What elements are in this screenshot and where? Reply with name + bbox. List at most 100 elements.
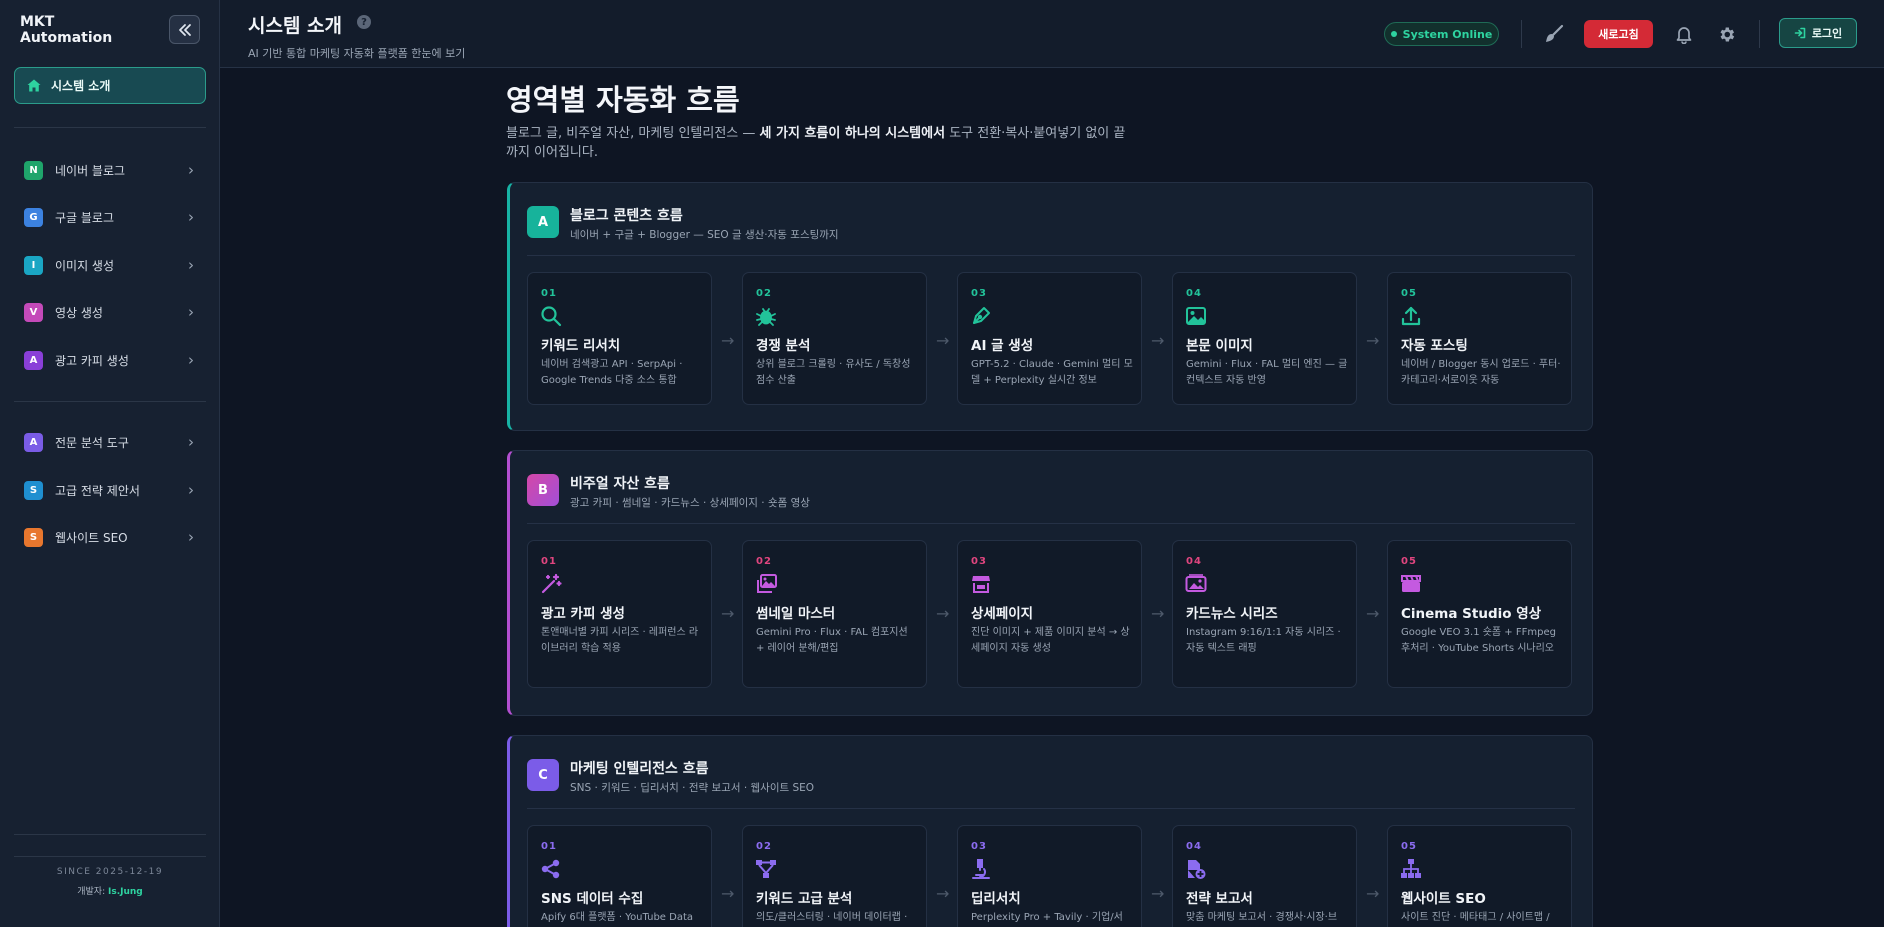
arrow-right-icon: → bbox=[936, 331, 950, 350]
step-description: 진단 이미지 + 제품 이미지 분석 → 상세페이지 자동 생성 bbox=[971, 627, 1130, 654]
magic-wand-icon bbox=[541, 573, 562, 594]
file-plus-icon bbox=[1188, 860, 1206, 879]
step-card[interactable]: 04 카드뉴스 시리즈 Instagram 9:16/1:1 자동 시리즈 · … bbox=[1172, 540, 1357, 688]
step-title: 상세페이지 bbox=[971, 606, 1034, 622]
step-number: 05 bbox=[1401, 841, 1417, 852]
arrow-right-icon: → bbox=[1151, 604, 1165, 623]
step-card[interactable]: 03 AI 글 생성 GPT-5.2 · Claude · Gemini 멀티 … bbox=[957, 272, 1142, 405]
step-card[interactable]: 04 전략 보고서 맞춤 마케팅 보고서 · 경쟁사·시장·브 bbox=[1172, 825, 1357, 927]
step-number: 01 bbox=[541, 288, 557, 299]
top-header: 시스템 소개 ? AI 기반 통합 마케팅 자동화 플랫폼 한눈에 보기 Sys… bbox=[220, 0, 1884, 68]
sidebar-item-label: 고급 전략 제안서 bbox=[55, 483, 140, 498]
page-subtitle: AI 기반 통합 마케팅 자동화 플랫폼 한눈에 보기 bbox=[248, 47, 466, 60]
since-date: SINCE 2025-12-19 bbox=[56, 867, 164, 877]
diagram-icon bbox=[756, 860, 776, 878]
refresh-button[interactable]: 새로고침 bbox=[1584, 20, 1653, 48]
nav-badge: N bbox=[24, 160, 43, 180]
sidebar-item-label: 시스템 소개 bbox=[51, 79, 111, 93]
brand-line2: Automation bbox=[20, 30, 113, 46]
step-number: 03 bbox=[971, 288, 987, 299]
step-description: 톤앤매너별 카피 시리즈 · 레퍼런스 라이브러리 학습 적용 bbox=[541, 627, 699, 654]
arrow-right-icon: → bbox=[1151, 884, 1165, 903]
status-badge: System Online bbox=[1384, 22, 1499, 46]
step-card[interactable]: 05 웹사이트 SEO 사이트 진단 · 메타태그 / 사이트맵 / bbox=[1387, 825, 1572, 927]
step-card[interactable]: 01 키워드 리서치 네이버 검색광고 API · SerpApi · Goog… bbox=[527, 272, 712, 405]
step-card[interactable]: 03 딥리서치 Perplexity Pro + Tavily · 기업/서 bbox=[957, 825, 1142, 927]
step-number: 02 bbox=[756, 841, 772, 852]
settings-button[interactable] bbox=[1714, 22, 1738, 46]
header-divider bbox=[1521, 20, 1522, 48]
chevron-right-icon: › bbox=[188, 255, 194, 274]
notifications-button[interactable] bbox=[1672, 22, 1696, 46]
step-card[interactable]: 05 자동 포스팅 네이버 / Blogger 동시 업로드 · 푸터·카테고리… bbox=[1387, 272, 1572, 405]
sidebar-item-label: 영상 생성 bbox=[55, 305, 103, 320]
step-number: 04 bbox=[1186, 556, 1202, 567]
flow-title: 비주얼 자산 흐름 bbox=[570, 476, 670, 492]
step-title: SNS 데이터 수집 bbox=[541, 891, 644, 907]
arrow-right-icon: → bbox=[1151, 331, 1165, 350]
sidebar-divider bbox=[14, 856, 206, 857]
section-title: 영역별 자동화 흐름 bbox=[506, 83, 740, 117]
collapse-sidebar-button[interactable] bbox=[169, 15, 200, 44]
sidebar-item-google-blog[interactable]: G 구글 블로그 › bbox=[24, 206, 194, 228]
step-card[interactable]: 01 SNS 데이터 수집 Apify 6대 플랫폼 · YouTube Dat… bbox=[527, 825, 712, 927]
step-card[interactable]: 01 광고 카피 생성 톤앤매너별 카피 시리즈 · 레퍼런스 라이브러리 학습… bbox=[527, 540, 712, 688]
step-number: 04 bbox=[1186, 288, 1202, 299]
sidebar-item-naver-blog[interactable]: N 네이버 블로그 › bbox=[24, 159, 194, 181]
photo-album-icon bbox=[1185, 574, 1207, 592]
sidebar-item-image-gen[interactable]: I 이미지 생성 › bbox=[24, 254, 194, 276]
step-card[interactable]: 04 본문 이미지 Gemini · Flux · FAL 멀티 엔진 — 글 … bbox=[1172, 272, 1357, 405]
step-card[interactable]: 02 경쟁 분석 상위 블로그 크롤링 · 유사도 / 독창성 점수 산출 bbox=[742, 272, 927, 405]
arrow-right-icon: → bbox=[1366, 331, 1380, 350]
step-card[interactable]: 02 키워드 고급 분석 의도/클러스터링 · 네이버 데이터랩 · bbox=[742, 825, 927, 927]
sidebar-item-website-seo[interactable]: S 웹사이트 SEO › bbox=[24, 526, 194, 548]
brand-logo[interactable]: MKT Automation bbox=[20, 14, 113, 46]
step-title: 전략 보고서 bbox=[1186, 891, 1253, 907]
sidebar-item-home[interactable]: 시스템 소개 bbox=[14, 67, 206, 104]
step-description: 사이트 진단 · 메타태그 / 사이트맵 / bbox=[1401, 912, 1550, 923]
sidebar-item-ad-copy[interactable]: A 광고 카피 생성 › bbox=[24, 349, 194, 371]
step-card[interactable]: 02 썸네일 마스터 Gemini Pro · Flux · FAL 컴포지션 … bbox=[742, 540, 927, 688]
step-card[interactable]: 03 상세페이지 진단 이미지 + 제품 이미지 분석 → 상세페이지 자동 생… bbox=[957, 540, 1142, 688]
nav-badge: S bbox=[24, 480, 43, 500]
search-icon bbox=[541, 306, 562, 327]
developer-name: Is.Jung bbox=[108, 887, 143, 897]
flow-divider bbox=[527, 255, 1575, 256]
sidebar-item-analysis-tools[interactable]: A 전문 분석 도구 › bbox=[24, 431, 194, 453]
bug-icon bbox=[756, 308, 776, 326]
images-icon bbox=[757, 574, 777, 593]
flow-divider bbox=[527, 523, 1575, 524]
chevron-right-icon: › bbox=[188, 432, 194, 451]
login-icon bbox=[1794, 27, 1806, 39]
step-number: 02 bbox=[756, 288, 772, 299]
step-description: Apify 6대 플랫폼 · YouTube Data bbox=[541, 912, 694, 923]
section-description: 블로그 글, 비주얼 자산, 마케팅 인텔리전스 — 세 가지 흐름이 하나의 … bbox=[506, 124, 1126, 162]
status-text: System Online bbox=[1402, 27, 1493, 41]
flow-marketing-intelligence: C 마케팅 인텔리전스 흐름 SNS · 키워드 · 딥리서치 · 전략 보고서… bbox=[507, 735, 1593, 927]
sidebar-item-label: 광고 카피 생성 bbox=[55, 353, 129, 368]
step-description: Instagram 9:16/1:1 자동 시리즈 · 자동 텍스트 래핑 bbox=[1186, 627, 1341, 654]
image-icon bbox=[1186, 307, 1206, 325]
step-title: 자동 포스팅 bbox=[1401, 338, 1468, 354]
step-title: 딥리서치 bbox=[971, 891, 1021, 907]
step-description: 맞춤 마케팅 보고서 · 경쟁사·시장·브 bbox=[1186, 912, 1338, 923]
sidebar-item-label: 네이버 블로그 bbox=[55, 163, 126, 178]
microscope-icon bbox=[972, 859, 990, 879]
flow-blog-content: A 블로그 콘텐츠 흐름 네이버 + 구글 + Blogger — SEO 글 … bbox=[507, 182, 1593, 431]
clear-cache-button[interactable] bbox=[1542, 22, 1566, 46]
chevron-right-icon: › bbox=[188, 480, 194, 499]
step-description: 의도/클러스터링 · 네이버 데이터랩 · bbox=[756, 912, 908, 923]
sidebar-item-label: 이미지 생성 bbox=[55, 258, 115, 273]
login-button[interactable]: 로그인 bbox=[1779, 18, 1857, 48]
step-number: 01 bbox=[541, 556, 557, 567]
help-icon[interactable]: ? bbox=[357, 15, 371, 29]
desc-emphasis: 세 가지 흐름이 하나의 시스템에서 bbox=[759, 126, 946, 141]
sidebar-item-strategy-proposal[interactable]: S 고급 전략 제안서 › bbox=[24, 479, 194, 501]
flow-subtitle: 광고 카피 · 썸네일 · 카드뉴스 · 상세페이지 · 숏폼 영상 bbox=[570, 497, 810, 509]
flow-subtitle: 네이버 + 구글 + Blogger — SEO 글 생산·자동 포스팅까지 bbox=[570, 229, 839, 241]
step-card[interactable]: 05 Cinema Studio 영상 Google VEO 3.1 숏폼 + … bbox=[1387, 540, 1572, 688]
arrow-right-icon: → bbox=[936, 604, 950, 623]
step-title: 키워드 리서치 bbox=[541, 338, 621, 354]
step-title: 본문 이미지 bbox=[1186, 338, 1253, 354]
sidebar-item-video-gen[interactable]: V 영상 생성 › bbox=[24, 301, 194, 323]
